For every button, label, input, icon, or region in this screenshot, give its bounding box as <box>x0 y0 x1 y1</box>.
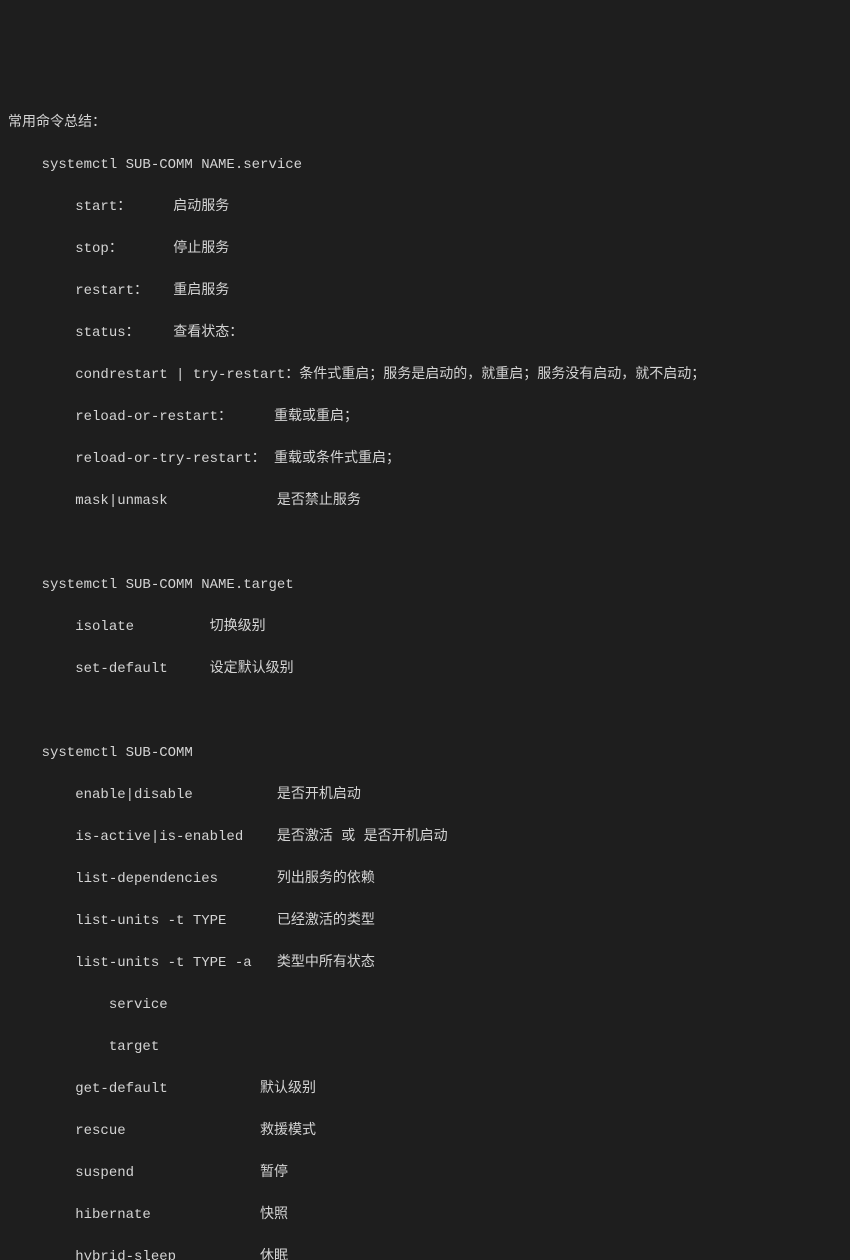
section-2-item-0: enable|disable 是否开机启动 <box>8 785 842 806</box>
section-2-item-7: get-default 默认级别 <box>8 1079 842 1100</box>
section-0-item-3: status： 查看状态： <box>8 323 842 344</box>
section-2-item-6: target <box>8 1037 842 1058</box>
title-line: 常用命令总结： <box>8 113 842 134</box>
blank-line-1 <box>8 701 842 722</box>
section-2-header: systemctl SUB-COMM <box>8 743 842 764</box>
section-2-item-2: list-dependencies 列出服务的依赖 <box>8 869 842 890</box>
section-2-item-5: service <box>8 995 842 1016</box>
terminal-output: 常用命令总结： systemctl SUB-COMM NAME.service … <box>8 92 842 1260</box>
section-0-item-7: mask|unmask 是否禁止服务 <box>8 491 842 512</box>
blank-line-0 <box>8 533 842 554</box>
section-0-item-6: reload-or-try-restart： 重载或条件式重启； <box>8 449 842 470</box>
section-2-item-4: list-units -t TYPE -a 类型中所有状态 <box>8 953 842 974</box>
section-0-header: systemctl SUB-COMM NAME.service <box>8 155 842 176</box>
section-2-item-10: hibernate 快照 <box>8 1205 842 1226</box>
section-2-item-8: rescue 救援模式 <box>8 1121 842 1142</box>
section-0-item-4: condrestart | try-restart：条件式重启；服务是启动的，就… <box>8 365 842 386</box>
section-2-item-1: is-active|is-enabled 是否激活 或 是否开机启动 <box>8 827 842 848</box>
section-2-item-11: hybrid-sleep 休眠 <box>8 1247 842 1260</box>
section-0-item-2: restart： 重启服务 <box>8 281 842 302</box>
section-1-header: systemctl SUB-COMM NAME.target <box>8 575 842 596</box>
section-1-item-0: isolate 切换级别 <box>8 617 842 638</box>
section-1-item-1: set-default 设定默认级别 <box>8 659 842 680</box>
section-2-item-3: list-units -t TYPE 已经激活的类型 <box>8 911 842 932</box>
section-0-item-0: start： 启动服务 <box>8 197 842 218</box>
section-2-item-9: suspend 暂停 <box>8 1163 842 1184</box>
section-0-item-5: reload-or-restart： 重载或重启； <box>8 407 842 428</box>
section-0-item-1: stop： 停止服务 <box>8 239 842 260</box>
